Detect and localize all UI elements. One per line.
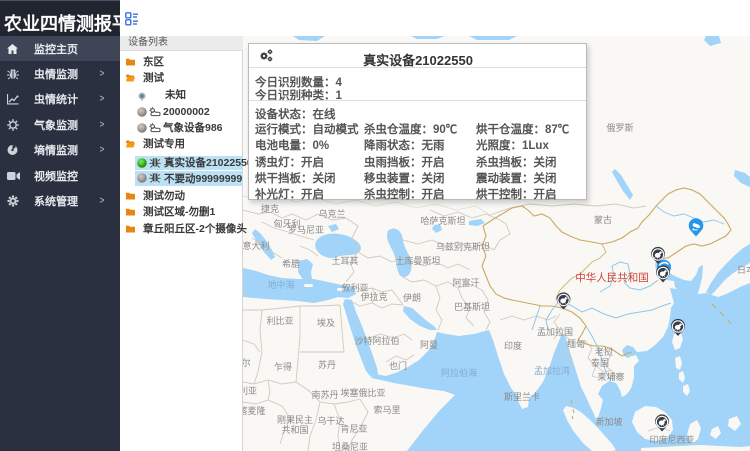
svg-text:蒙古: 蒙古 [594, 214, 612, 225]
svg-text:埃塞俄比亚: 埃塞俄比亚 [340, 387, 385, 398]
svg-text:埃及: 埃及 [317, 317, 335, 328]
svg-text:老挝: 老挝 [595, 346, 613, 357]
svg-text:捷克: 捷克 [261, 203, 279, 214]
svg-text:泰国: 泰国 [591, 357, 609, 368]
svg-text:沙特阿拉伯: 沙特阿拉伯 [354, 335, 399, 346]
svg-text:中华人民共和国: 中华人民共和国 [575, 271, 649, 284]
svg-text:柬埔寨: 柬埔寨 [597, 371, 624, 382]
svg-text:斯里兰卡: 斯里兰卡 [504, 391, 540, 402]
svg-text:土耳其: 土耳其 [331, 255, 358, 266]
svg-text:孟加拉国: 孟加拉国 [537, 326, 573, 337]
svg-text:乌干达: 乌干达 [317, 415, 344, 426]
svg-text:新加坡: 新加坡 [595, 416, 622, 427]
svg-text:意大利: 意大利 [243, 240, 270, 251]
svg-text:乍得: 乍得 [274, 361, 292, 372]
svg-text:地中海: 地中海 [267, 279, 294, 290]
svg-text:孟加拉湾: 孟加拉湾 [534, 365, 570, 376]
svg-text:肯尼亚: 肯尼亚 [340, 423, 367, 434]
svg-text:乌克兰: 乌克兰 [318, 208, 345, 219]
svg-text:喀麦隆: 喀麦隆 [243, 405, 266, 416]
svg-text:罗马尼亚: 罗马尼亚 [288, 225, 324, 235]
svg-text:苏丹: 苏丹 [318, 359, 336, 370]
svg-text:哈萨克斯坦: 哈萨克斯坦 [420, 215, 465, 226]
svg-text:乌兹别克斯坦: 乌兹别克斯坦 [436, 241, 490, 252]
svg-text:俄罗斯: 俄罗斯 [606, 122, 633, 133]
svg-text:希腊: 希腊 [282, 258, 300, 269]
svg-text:伊拉克: 伊拉克 [360, 291, 387, 302]
svg-text:印度尼西亚: 印度尼西亚 [649, 434, 694, 445]
svg-text:日本: 日本 [737, 264, 750, 275]
svg-text:阿拉伯海: 阿拉伯海 [441, 367, 477, 378]
svg-text:共和国: 共和国 [281, 425, 308, 435]
svg-text:巴基斯坦: 巴基斯坦 [454, 301, 490, 312]
svg-text:南苏丹: 南苏丹 [311, 389, 338, 400]
svg-text:利比亚: 利比亚 [266, 315, 293, 326]
svg-text:阿曼: 阿曼 [420, 340, 438, 350]
svg-text:缅甸: 缅甸 [567, 338, 585, 349]
svg-text:刚果民主: 刚果民主 [277, 414, 313, 425]
svg-text:土库曼斯坦: 土库曼斯坦 [395, 255, 440, 266]
svg-text:尔: 尔 [243, 357, 251, 368]
svg-text:伊朗: 伊朗 [403, 292, 421, 303]
svg-text:坦桑尼亚: 坦桑尼亚 [332, 442, 368, 451]
svg-text:索马里: 索马里 [373, 404, 400, 415]
svg-text:阿富汗: 阿富汗 [452, 277, 479, 288]
svg-text:也门: 也门 [389, 360, 407, 371]
svg-text:印度: 印度 [504, 340, 522, 351]
svg-text:利亚: 利亚 [243, 385, 257, 396]
